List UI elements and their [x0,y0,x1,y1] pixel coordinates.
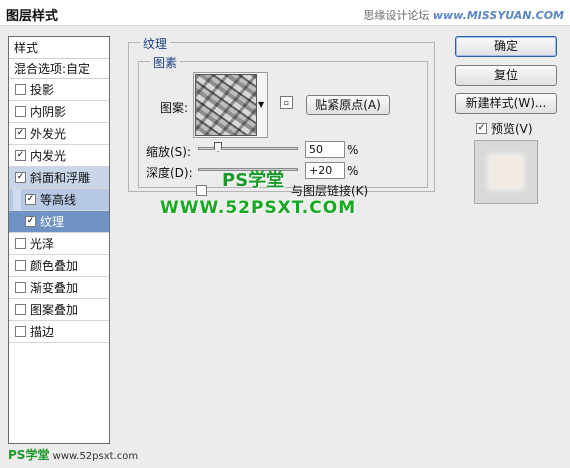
style-item-drop-shadow[interactable]: 投影 [9,79,109,101]
link-with-layer-label: 与图层链接(K) [291,184,369,198]
scale-input[interactable]: 50 [305,141,345,158]
style-item-label: 图案叠加 [30,302,79,317]
new-style-button[interactable]: 新建样式(W)... [455,93,557,114]
preview-thumbnail [491,157,521,187]
outer-glow-checkbox[interactable]: ✓ [15,128,26,139]
scale-slider-track[interactable] [198,147,298,150]
style-item-stroke[interactable]: 描边 [9,321,109,343]
depth-label: 深度(D): [146,166,193,180]
style-item-label: 描边 [30,324,55,339]
style-item-label: 光泽 [30,236,55,251]
style-item-texture[interactable]: ✓ 纹理 [9,211,109,233]
pattern-label: 图案: [160,101,189,115]
scale-unit: % [347,143,359,157]
style-item-contour[interactable]: ✓ 等高线 [9,189,109,211]
watermark-top: 思缘设计论坛 www.MISSYUAN.COM [363,7,564,23]
elements-section-title: 图素 [150,54,181,71]
styles-header[interactable]: 样式 [9,37,109,59]
gradient-overlay-checkbox[interactable] [15,282,26,293]
style-item-label: 颜色叠加 [30,258,79,273]
style-item-pattern-overlay[interactable]: 图案叠加 [9,299,109,321]
style-item-gradient-overlay[interactable]: 渐变叠加 [9,277,109,299]
pattern-swatch[interactable] [195,74,257,136]
style-item-label: 内发光 [30,148,67,163]
color-overlay-checkbox[interactable] [15,260,26,271]
bevel-emboss-checkbox[interactable]: ✓ [15,172,26,183]
watermark-url: www.MISSYUAN.COM [432,9,564,22]
inner-glow-checkbox[interactable]: ✓ [15,150,26,161]
satin-checkbox[interactable] [15,238,26,249]
style-item-label: 外发光 [30,126,67,141]
style-item-inner-glow[interactable]: ✓ 内发光 [9,145,109,167]
title-bar: 图层样式 思缘设计论坛 www.MISSYUAN.COM [0,0,570,26]
style-item-bevel-emboss[interactable]: ✓ 斜面和浮雕 [9,167,109,189]
style-item-label: 纹理 [40,214,65,229]
snap-to-origin-button[interactable]: 贴紧原点(A) [306,95,390,115]
ok-button[interactable]: 确定 [455,36,557,57]
bottom-watermark-ps: PS学堂 [8,448,50,462]
preview-label: 预览(V) [491,122,533,136]
style-item-label: 渐变叠加 [30,280,79,295]
contour-checkbox[interactable]: ✓ [25,194,36,205]
ps-school-watermark: PS学堂 [222,170,285,191]
window-title: 图层样式 [6,9,59,24]
new-preset-icon[interactable]: ▫ [280,96,293,109]
preview-checkbox[interactable]: ✓ [476,123,487,134]
reset-button[interactable]: 复位 [455,65,557,86]
watermark-site-name: 思缘设计论坛 [363,9,430,22]
style-item-label: 等高线 [40,192,77,207]
style-item-label: 投影 [30,82,55,97]
link-with-layer-checkbox[interactable] [196,185,207,196]
inner-shadow-checkbox[interactable] [15,106,26,117]
depth-input[interactable]: +20 [305,162,345,179]
dropdown-arrow-icon[interactable]: ▼ [258,100,264,109]
stroke-checkbox[interactable] [15,326,26,337]
style-preview [474,140,538,204]
style-item-label: 内阴影 [30,104,67,119]
pattern-overlay-checkbox[interactable] [15,304,26,315]
bottom-watermark-url: www.52psxt.com [52,451,139,462]
style-item-inner-shadow[interactable]: 内阴影 [9,101,109,123]
styles-list: 样式 混合选项:自定 投影 内阴影 ✓ 外发光 ✓ 内发光 ✓ 斜面和浮雕 ✓ … [8,36,110,444]
scale-label: 缩放(S): [146,145,192,159]
bottom-watermark: PS学堂 www.52psxt.com [8,446,138,463]
blend-options-item[interactable]: 混合选项:自定 [9,59,109,79]
preview-row[interactable]: ✓ 预览(V) [476,120,533,137]
depth-unit: % [347,164,359,178]
style-item-color-overlay[interactable]: 颜色叠加 [9,255,109,277]
texture-checkbox[interactable]: ✓ [25,216,36,227]
style-item-outer-glow[interactable]: ✓ 外发光 [9,123,109,145]
texture-section-title: 纹理 [140,35,171,52]
style-item-label: 斜面和浮雕 [30,170,91,185]
site-url-watermark: WWW.52PSXT.COM [160,198,357,218]
drop-shadow-checkbox[interactable] [15,84,26,95]
style-item-satin[interactable]: 光泽 [9,233,109,255]
